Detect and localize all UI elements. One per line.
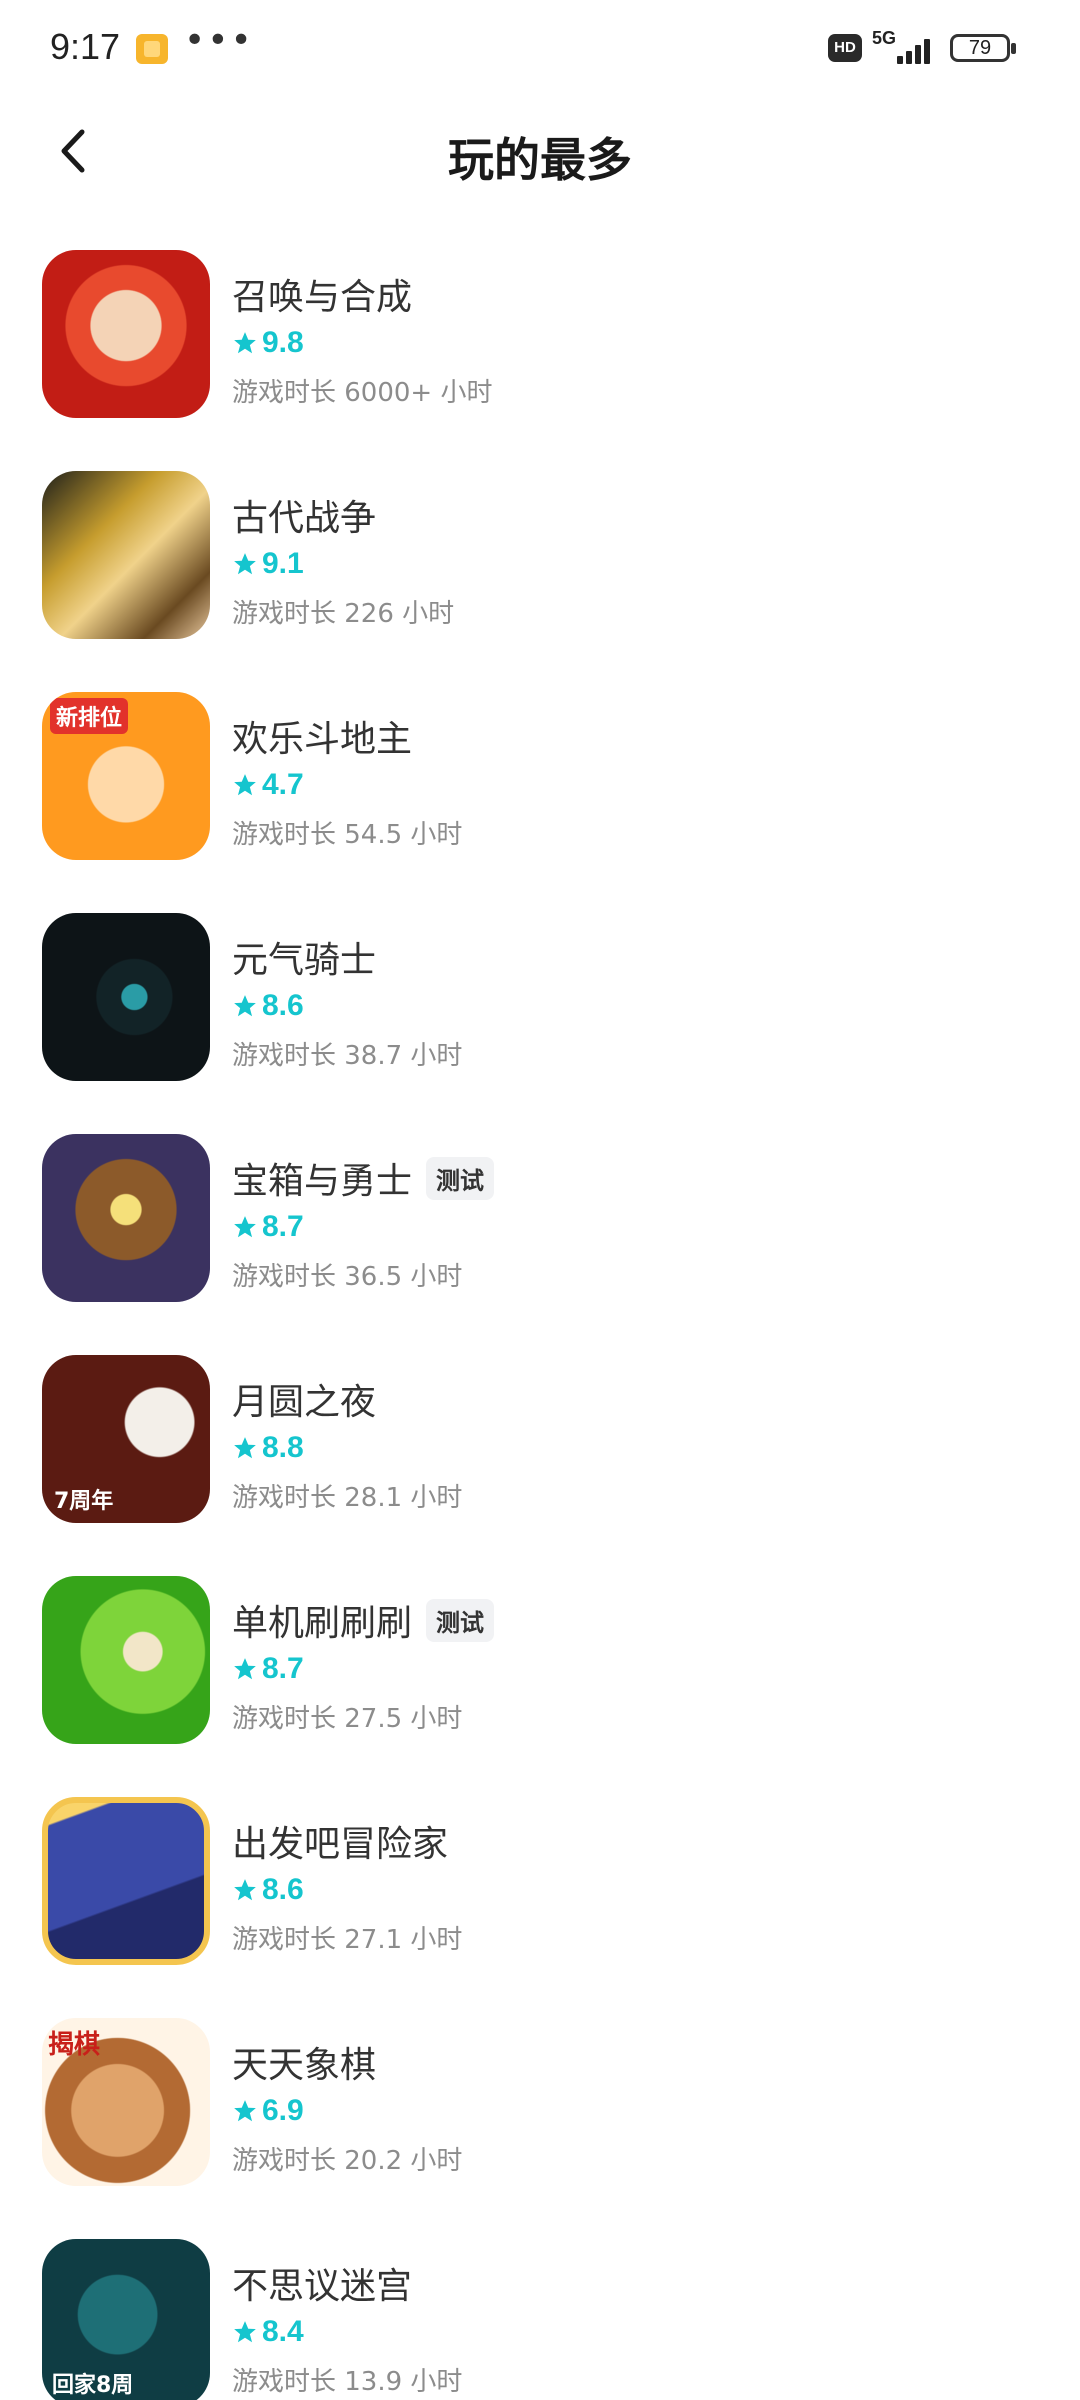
game-list-item[interactable]: 回家8周 不思议迷宫 8.4 游戏时长 13.9 小时 — [0, 2239, 1080, 2400]
icon-badge-text: 新排位 — [50, 698, 129, 734]
game-list-item[interactable]: 召唤与合成 9.8 游戏时长 6000+ 小时 — [0, 250, 1080, 471]
playtime-text: 游戏时长 226 小时 — [232, 599, 455, 629]
game-name-row: 单机刷刷刷 测试 — [232, 1594, 495, 1646]
playtime-text: 游戏时长 38.7 小时 — [232, 1041, 463, 1071]
playtime-text: 游戏时长 6000+ 小时 — [232, 378, 493, 408]
star-icon — [234, 995, 256, 1017]
game-app-icon[interactable] — [42, 913, 210, 1081]
game-list-item[interactable]: 7周年 月圆之夜 8.8 游戏时长 28.1 小时 — [0, 1355, 1080, 1576]
star-icon — [234, 1216, 256, 1238]
playtime-text: 游戏时长 27.1 小时 — [232, 1925, 463, 1955]
star-icon — [234, 774, 256, 796]
star-icon — [234, 1437, 256, 1459]
game-app-icon[interactable] — [42, 1576, 210, 1744]
rating-value: 6.9 — [262, 2094, 304, 2127]
playtime-text: 游戏时长 28.1 小时 — [232, 1483, 463, 1513]
game-rating: 8.7 — [232, 1652, 304, 1686]
game-name: 欢乐斗地主 — [232, 719, 413, 760]
rating-value: 4.7 — [262, 768, 304, 801]
playtime-text: 游戏时长 13.9 小时 — [232, 2367, 463, 2397]
game-rating: 8.8 — [232, 1431, 304, 1465]
notification-app-icon — [136, 34, 168, 64]
game-name: 单机刷刷刷 — [232, 1603, 413, 1644]
game-rating: 8.6 — [232, 1873, 304, 1907]
game-rating: 4.7 — [232, 768, 304, 802]
game-list-item[interactable]: 新排位 欢乐斗地主 4.7 游戏时长 54.5 小时 — [0, 692, 1080, 913]
game-list-item[interactable]: 古代战争 9.1 游戏时长 226 小时 — [0, 471, 1080, 692]
icon-badge-text: 7周年 — [54, 1489, 114, 1514]
game-list-item[interactable]: 宝箱与勇士 测试 8.7 游戏时长 36.5 小时 — [0, 1134, 1080, 1355]
playtime-text: 游戏时长 36.5 小时 — [232, 1262, 463, 1292]
game-list-item[interactable]: 单机刷刷刷 测试 8.7 游戏时长 27.5 小时 — [0, 1576, 1080, 1797]
rating-value: 9.1 — [262, 547, 304, 580]
page-title: 玩的最多 — [448, 133, 632, 187]
game-app-icon[interactable]: 回家8周 — [42, 2239, 210, 2400]
playtime-text: 游戏时长 20.2 小时 — [232, 2146, 463, 2176]
game-name: 元气骑士 — [232, 940, 377, 981]
star-icon — [234, 332, 256, 354]
game-app-icon[interactable] — [42, 1797, 210, 1965]
playtime-text: 游戏时长 27.5 小时 — [232, 1704, 463, 1734]
battery-icon: 79 — [950, 34, 1016, 62]
icon-badge-text: 揭棋 — [48, 2030, 101, 2060]
playtime-text: 游戏时长 54.5 小时 — [232, 820, 463, 850]
game-list-item[interactable]: 出发吧冒险家 8.6 游戏时长 27.1 小时 — [0, 1797, 1080, 2018]
more-notifications-icon: ••• — [184, 20, 254, 61]
game-name: 月圆之夜 — [232, 1382, 377, 1423]
game-list-item[interactable]: 揭棋 天天象棋 6.9 游戏时长 20.2 小时 — [0, 2018, 1080, 2239]
game-rating: 9.8 — [232, 326, 304, 360]
game-list-item[interactable]: 元气骑士 8.6 游戏时长 38.7 小时 — [0, 913, 1080, 1134]
rating-value: 9.8 — [262, 326, 304, 359]
game-app-icon[interactable] — [42, 471, 210, 639]
game-app-icon[interactable]: 揭棋 — [42, 2018, 210, 2186]
game-app-icon[interactable] — [42, 1134, 210, 1302]
game-app-icon[interactable]: 7周年 — [42, 1355, 210, 1523]
game-rating: 9.1 — [232, 547, 304, 581]
game-list: 召唤与合成 9.8 游戏时长 6000+ 小时 古代战争 9.1 游戏时长 22… — [0, 250, 1080, 2400]
hd-icon: HD — [828, 34, 862, 62]
game-rating: 6.9 — [232, 2094, 304, 2128]
star-icon — [234, 1879, 256, 1901]
star-icon — [234, 1658, 256, 1680]
game-name: 古代战争 — [232, 498, 377, 539]
signal-icon — [895, 36, 935, 64]
rating-value: 8.4 — [262, 2315, 304, 2348]
game-rating: 8.4 — [232, 2315, 304, 2349]
test-tag: 测试 — [426, 1156, 495, 1200]
page-header: 玩的最多 — [0, 96, 1080, 206]
game-name: 宝箱与勇士 — [232, 1161, 413, 1202]
game-app-icon[interactable]: 新排位 — [42, 692, 210, 860]
rating-value: 8.7 — [262, 1210, 304, 1243]
star-icon — [234, 2321, 256, 2343]
game-name: 天天象棋 — [232, 2045, 377, 2086]
network-type-label: 5G — [872, 28, 897, 48]
rating-value: 8.8 — [262, 1431, 304, 1464]
game-app-icon[interactable] — [42, 250, 210, 418]
game-name: 召唤与合成 — [232, 277, 413, 318]
status-time: 9:17 — [50, 26, 121, 67]
game-name-row: 宝箱与勇士 测试 — [232, 1152, 495, 1204]
rating-value: 8.7 — [262, 1652, 304, 1685]
rating-value: 8.6 — [262, 989, 304, 1022]
status-bar: 9:17 ••• HD 5G 79 — [0, 0, 1080, 96]
star-icon — [234, 2100, 256, 2122]
game-name: 不思议迷宫 — [232, 2266, 413, 2307]
icon-badge-text: 回家8周 — [52, 2373, 134, 2398]
game-rating: 8.6 — [232, 989, 304, 1023]
star-icon — [234, 553, 256, 575]
test-tag: 测试 — [426, 1598, 495, 1642]
game-rating: 8.7 — [232, 1210, 304, 1244]
rating-value: 8.6 — [262, 1873, 304, 1906]
game-name: 出发吧冒险家 — [232, 1824, 449, 1865]
